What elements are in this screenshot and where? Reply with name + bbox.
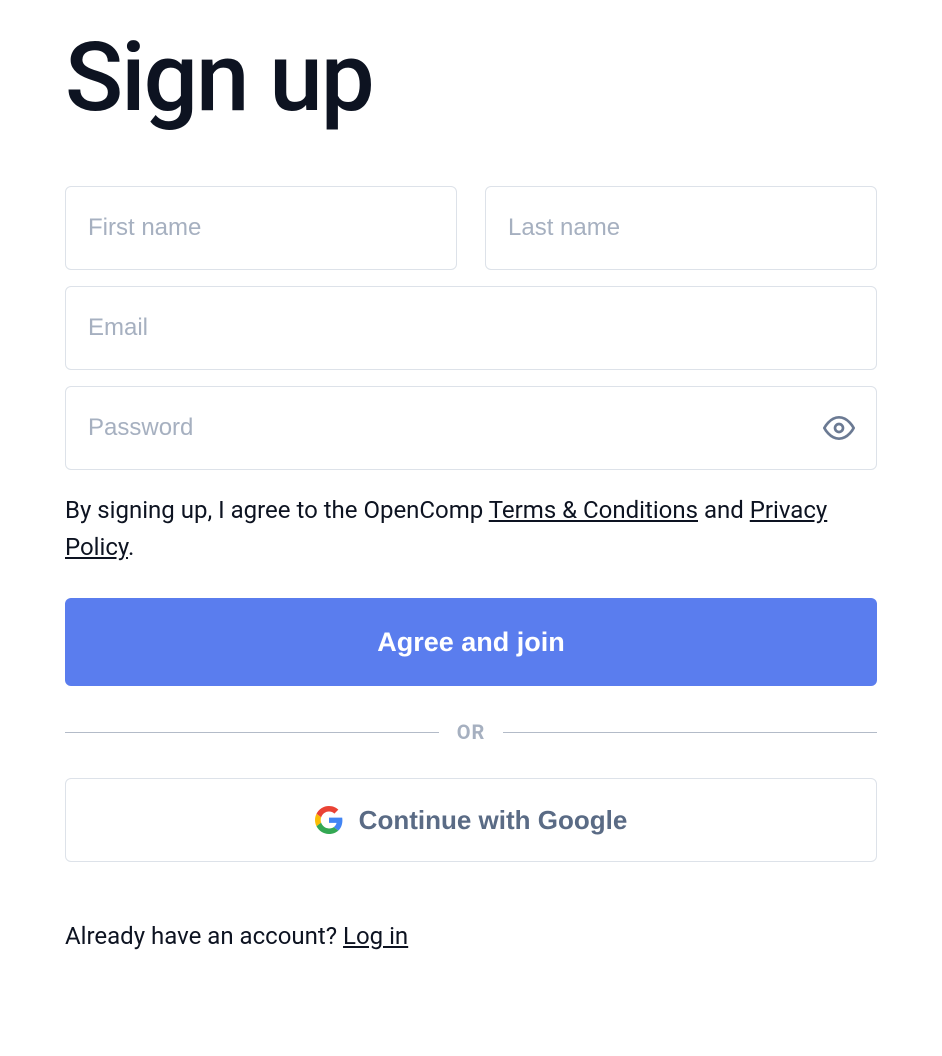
toggle-password-visibility[interactable]	[823, 412, 855, 444]
eye-icon	[823, 412, 855, 444]
login-link[interactable]: Log in	[343, 922, 408, 950]
google-icon	[315, 806, 343, 834]
terms-conditions-link[interactable]: Terms & Conditions	[489, 496, 698, 524]
agree-and-join-button[interactable]: Agree and join	[65, 598, 877, 686]
divider-text: OR	[439, 720, 504, 744]
login-prompt-text: Already have an account?	[65, 922, 343, 950]
last-name-field[interactable]	[485, 186, 877, 270]
login-prompt: Already have an account? Log in	[65, 922, 877, 950]
terms-suffix: .	[128, 533, 134, 561]
signup-form-container: Sign up By signing up, I agree to the Op…	[65, 30, 877, 950]
password-field[interactable]	[65, 386, 877, 470]
divider-line-left	[65, 732, 439, 733]
divider-line-right	[503, 732, 877, 733]
terms-prefix: By signing up, I agree to the OpenComp	[65, 496, 489, 524]
terms-text: By signing up, I agree to the OpenComp T…	[65, 492, 877, 566]
google-button-label: Continue with Google	[359, 805, 628, 836]
divider: OR	[65, 720, 877, 744]
page-title: Sign up	[65, 30, 877, 126]
name-row	[65, 186, 877, 270]
password-field-wrapper	[65, 386, 877, 470]
email-field[interactable]	[65, 286, 877, 370]
first-name-field[interactable]	[65, 186, 457, 270]
terms-middle: and	[698, 496, 750, 524]
email-field-wrapper	[65, 286, 877, 370]
continue-with-google-button[interactable]: Continue with Google	[65, 778, 877, 862]
